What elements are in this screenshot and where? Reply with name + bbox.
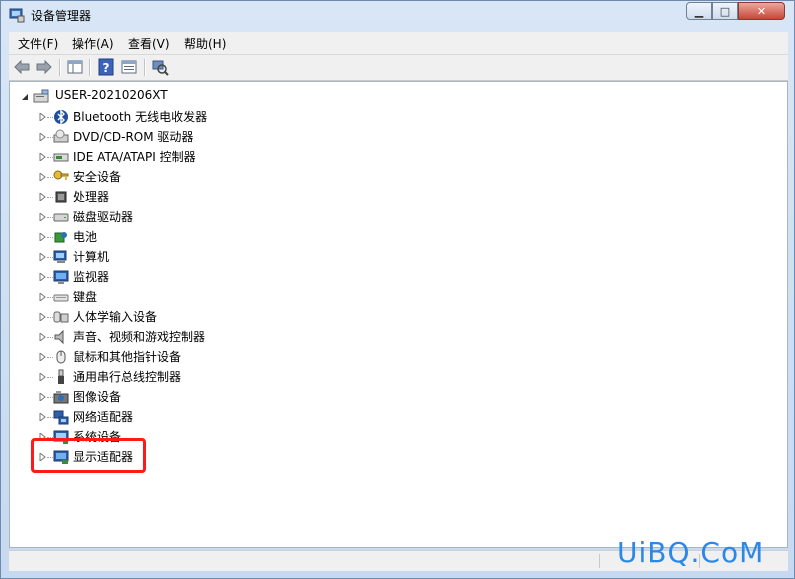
menu-help[interactable]: 帮助(H) bbox=[184, 35, 226, 52]
highlight-box bbox=[31, 438, 146, 473]
device-category-label[interactable]: 磁盘驱动器 bbox=[73, 208, 133, 225]
device-category-label[interactable]: 声音、视频和游戏控制器 bbox=[73, 328, 205, 345]
device-manager-icon bbox=[9, 8, 25, 23]
close-button[interactable]: ✕ bbox=[738, 2, 785, 20]
device-category-label[interactable]: 监视器 bbox=[73, 268, 109, 285]
menu-bar: 文件(F) 操作(A) 查看(V) 帮助(H) bbox=[9, 32, 788, 55]
usb-icon bbox=[58, 369, 64, 384]
battery-icon bbox=[54, 232, 67, 243]
collapse-triangle-icon[interactable] bbox=[21, 93, 29, 101]
toolbar-separator bbox=[144, 59, 146, 76]
show-hide-console-tree-icon[interactable] bbox=[66, 58, 84, 76]
network-adapter-icon bbox=[53, 410, 69, 425]
minimize-button[interactable]: ▁ bbox=[686, 2, 712, 20]
toolbar-separator bbox=[89, 59, 91, 76]
device-category-label[interactable]: 通用串行总线控制器 bbox=[73, 368, 181, 385]
expand-triangle-icon[interactable] bbox=[39, 313, 47, 321]
window-title: 设备管理器 bbox=[31, 9, 92, 23]
expand-triangle-icon[interactable] bbox=[39, 373, 47, 381]
menu-action[interactable]: 操作(A) bbox=[72, 35, 114, 52]
title-bar[interactable]: 设备管理器 ▁ □ ✕ bbox=[1, 1, 795, 29]
expand-triangle-icon[interactable] bbox=[39, 153, 47, 161]
sound-icon bbox=[54, 329, 64, 345]
toolbar-separator bbox=[59, 59, 61, 76]
computer-icon bbox=[53, 250, 67, 263]
expand-triangle-icon[interactable] bbox=[39, 273, 47, 281]
expand-triangle-icon[interactable] bbox=[39, 393, 47, 401]
help-icon[interactable]: ? bbox=[97, 58, 115, 76]
expand-triangle-icon[interactable] bbox=[39, 413, 47, 421]
device-category-label[interactable]: 网络适配器 bbox=[73, 408, 133, 425]
forward-arrow-icon[interactable] bbox=[35, 58, 53, 76]
device-category-label[interactable]: 安全设备 bbox=[73, 168, 121, 185]
expand-triangle-icon[interactable] bbox=[39, 293, 47, 301]
computer-root-icon bbox=[33, 89, 49, 103]
svg-text:?: ? bbox=[103, 61, 110, 75]
device-tree-panel: USER-20210206XT Bluetooth 无线电收发器 DVD/CD-R… bbox=[9, 81, 788, 548]
monitor-icon bbox=[53, 270, 69, 284]
security-key-icon bbox=[53, 170, 69, 180]
expand-triangle-icon[interactable] bbox=[39, 133, 47, 141]
menu-view[interactable]: 查看(V) bbox=[128, 35, 170, 52]
device-category-label[interactable]: 电池 bbox=[73, 228, 97, 245]
tree-root-label[interactable]: USER-20210206XT bbox=[55, 88, 168, 102]
ide-controller-icon bbox=[53, 153, 69, 162]
close-icon: ✕ bbox=[756, 4, 767, 18]
device-category-label[interactable]: 键盘 bbox=[73, 288, 97, 305]
minimize-icon: ▁ bbox=[694, 4, 704, 18]
device-category-label[interactable]: IDE ATA/ATAPI 控制器 bbox=[73, 148, 196, 165]
device-category-label[interactable]: 鼠标和其他指针设备 bbox=[73, 348, 181, 365]
device-category-label[interactable]: 人体学输入设备 bbox=[73, 308, 157, 325]
expand-triangle-icon[interactable] bbox=[39, 113, 47, 121]
expand-triangle-icon[interactable] bbox=[39, 173, 47, 181]
expand-triangle-icon[interactable] bbox=[39, 193, 47, 201]
device-category-label[interactable]: 计算机 bbox=[73, 248, 109, 265]
properties-icon[interactable] bbox=[120, 58, 138, 76]
processor-icon bbox=[55, 191, 67, 203]
watermark: UiBQ.CoM bbox=[617, 536, 765, 569]
scan-hardware-icon[interactable] bbox=[151, 58, 169, 76]
device-category-label[interactable]: DVD/CD-ROM 驱动器 bbox=[73, 128, 193, 145]
dvd-drive-icon bbox=[53, 129, 69, 143]
hid-icon bbox=[53, 311, 69, 323]
expand-triangle-icon[interactable] bbox=[39, 253, 47, 261]
keyboard-icon bbox=[53, 294, 69, 302]
expand-triangle-icon[interactable] bbox=[39, 213, 47, 221]
expand-triangle-icon[interactable] bbox=[39, 333, 47, 341]
device-category-label[interactable]: 处理器 bbox=[73, 188, 109, 205]
status-cell bbox=[599, 554, 600, 568]
mouse-icon bbox=[56, 350, 66, 364]
expand-triangle-icon[interactable] bbox=[39, 353, 47, 361]
maximize-button[interactable]: □ bbox=[712, 2, 738, 20]
bluetooth-icon bbox=[54, 109, 68, 125]
back-arrow-icon[interactable] bbox=[13, 58, 31, 76]
device-category-label[interactable]: 图像设备 bbox=[73, 388, 121, 405]
expand-triangle-icon[interactable] bbox=[39, 233, 47, 241]
camera-icon bbox=[53, 391, 69, 404]
device-category-label[interactable]: Bluetooth 无线电收发器 bbox=[73, 108, 207, 125]
window-frame: 设备管理器 ▁ □ ✕ 文件(F) 操作(A) 查看(V) 帮助(H) ? US… bbox=[0, 0, 795, 579]
menu-file[interactable]: 文件(F) bbox=[18, 35, 58, 52]
disk-drive-icon bbox=[53, 213, 69, 222]
maximize-icon: □ bbox=[719, 4, 731, 18]
toolbar: ? bbox=[9, 55, 788, 81]
